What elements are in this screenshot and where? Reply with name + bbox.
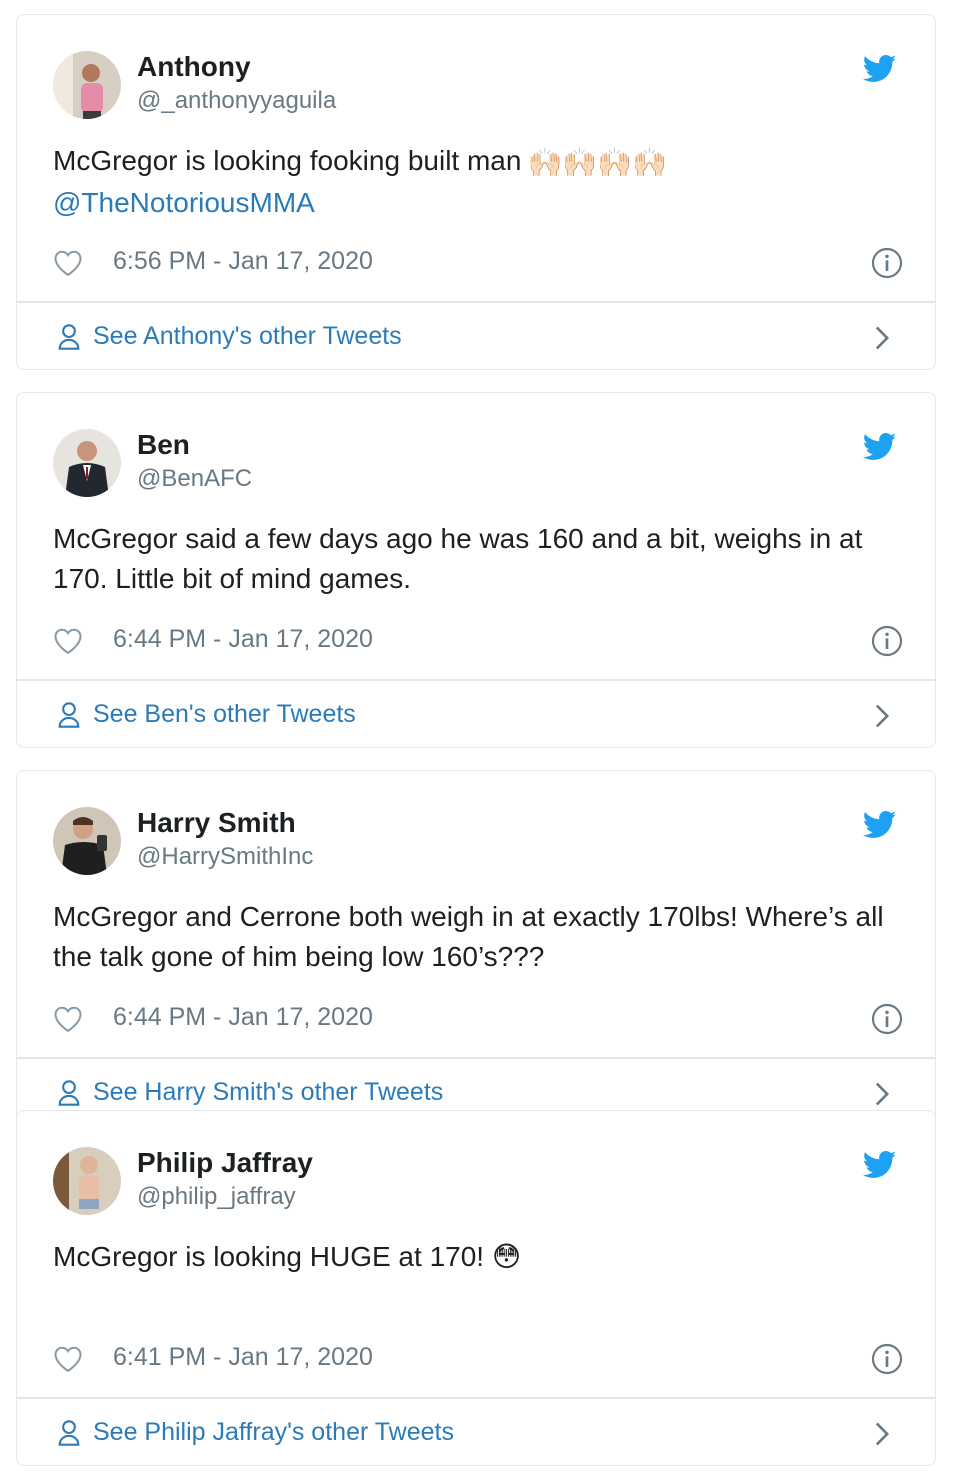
user-handle[interactable]: @_anthonyyaguila	[137, 87, 336, 115]
tweet-text: McGregor said a few days ago he was 160 …	[53, 523, 863, 594]
timestamp[interactable]: 6:56 PM - Jan 17, 2020	[113, 247, 373, 276]
info-icon[interactable]	[871, 625, 903, 657]
heart-icon[interactable]	[53, 249, 83, 277]
heart-icon[interactable]	[53, 1005, 83, 1033]
user-handle[interactable]: @BenAFC	[137, 465, 252, 493]
info-icon[interactable]	[871, 1343, 903, 1375]
person-icon	[58, 1080, 80, 1106]
avatar-image	[53, 51, 121, 119]
timestamp[interactable]: 6:44 PM - Jan 17, 2020	[113, 1003, 373, 1032]
chevron-right-icon[interactable]	[873, 325, 891, 351]
avatar-image	[53, 807, 121, 875]
tweet-card: Harry Smith @HarrySmithInc McGregor and …	[16, 770, 936, 1126]
tweet-meta: 6:56 PM - Jan 17, 2020	[53, 245, 903, 281]
heart-icon[interactable]	[53, 627, 83, 655]
chevron-right-icon[interactable]	[873, 703, 891, 729]
avatar[interactable]	[53, 429, 121, 497]
user-handle[interactable]: @HarrySmithInc	[137, 843, 313, 871]
flushed-face-emoji: 😳	[491, 1241, 522, 1272]
avatar[interactable]	[53, 51, 121, 119]
avatar[interactable]	[53, 807, 121, 875]
tweet-body: McGregor is looking HUGE at 170!	[53, 1241, 485, 1272]
avatar-image	[53, 1147, 121, 1215]
footer-link-text[interactable]: See Ben's other Tweets	[93, 700, 356, 729]
display-name[interactable]: Ben	[137, 429, 190, 461]
tweet-text: McGregor is looking fooking built man 🙌🏻🙌…	[53, 141, 903, 223]
person-icon	[58, 1420, 80, 1446]
footer-link-text[interactable]: See Harry Smith's other Tweets	[93, 1078, 443, 1107]
tweet-meta: 6:44 PM - Jan 17, 2020	[53, 1001, 903, 1037]
tweet-text: McGregor and Cerrone both weigh in at ex…	[53, 901, 884, 972]
info-icon[interactable]	[871, 1003, 903, 1035]
see-other-tweets-link[interactable]: See Anthony's other Tweets	[17, 303, 935, 369]
footer-link-text[interactable]: See Philip Jaffray's other Tweets	[93, 1418, 454, 1447]
person-icon	[58, 702, 80, 728]
tweet-card: Ben @BenAFC McGregor said a few days ago…	[16, 392, 936, 748]
twitter-bird-icon[interactable]	[863, 811, 897, 839]
chevron-right-icon[interactable]	[873, 1421, 891, 1447]
display-name[interactable]: Philip Jaffray	[137, 1147, 313, 1179]
display-name[interactable]: Anthony	[137, 51, 251, 83]
chevron-right-icon[interactable]	[873, 1081, 891, 1107]
twitter-bird-icon[interactable]	[863, 433, 897, 461]
tweet-meta: 6:41 PM - Jan 17, 2020	[53, 1341, 903, 1377]
tweet-card: Anthony @_anthonyyaguila McGregor is loo…	[16, 14, 936, 370]
footer-link-text[interactable]: See Anthony's other Tweets	[93, 322, 402, 351]
person-icon	[58, 324, 80, 350]
avatar-image	[53, 429, 121, 497]
see-other-tweets-link[interactable]: See Ben's other Tweets	[17, 681, 935, 747]
twitter-bird-icon[interactable]	[863, 55, 897, 83]
display-name[interactable]: Harry Smith	[137, 807, 296, 839]
tweet-body: McGregor is looking fooking built man	[53, 145, 522, 176]
user-handle[interactable]: @philip_jaffray	[137, 1183, 296, 1211]
mention-link[interactable]: @TheNotoriousMMA	[53, 183, 903, 223]
twitter-bird-icon[interactable]	[863, 1151, 897, 1179]
avatar[interactable]	[53, 1147, 121, 1215]
timestamp[interactable]: 6:41 PM - Jan 17, 2020	[113, 1343, 373, 1372]
info-icon[interactable]	[871, 247, 903, 279]
tweet-text: McGregor is looking HUGE at 170! 😳	[53, 1237, 903, 1277]
see-other-tweets-link[interactable]: See Philip Jaffray's other Tweets	[17, 1399, 935, 1465]
raised-hands-emoji: 🙌🏻🙌🏻🙌🏻🙌🏻	[527, 146, 667, 178]
tweet-meta: 6:44 PM - Jan 17, 2020	[53, 623, 903, 659]
tweet-card: Philip Jaffray @philip_jaffray McGregor …	[16, 1110, 936, 1466]
timestamp[interactable]: 6:44 PM - Jan 17, 2020	[113, 625, 373, 654]
heart-icon[interactable]	[53, 1345, 83, 1373]
